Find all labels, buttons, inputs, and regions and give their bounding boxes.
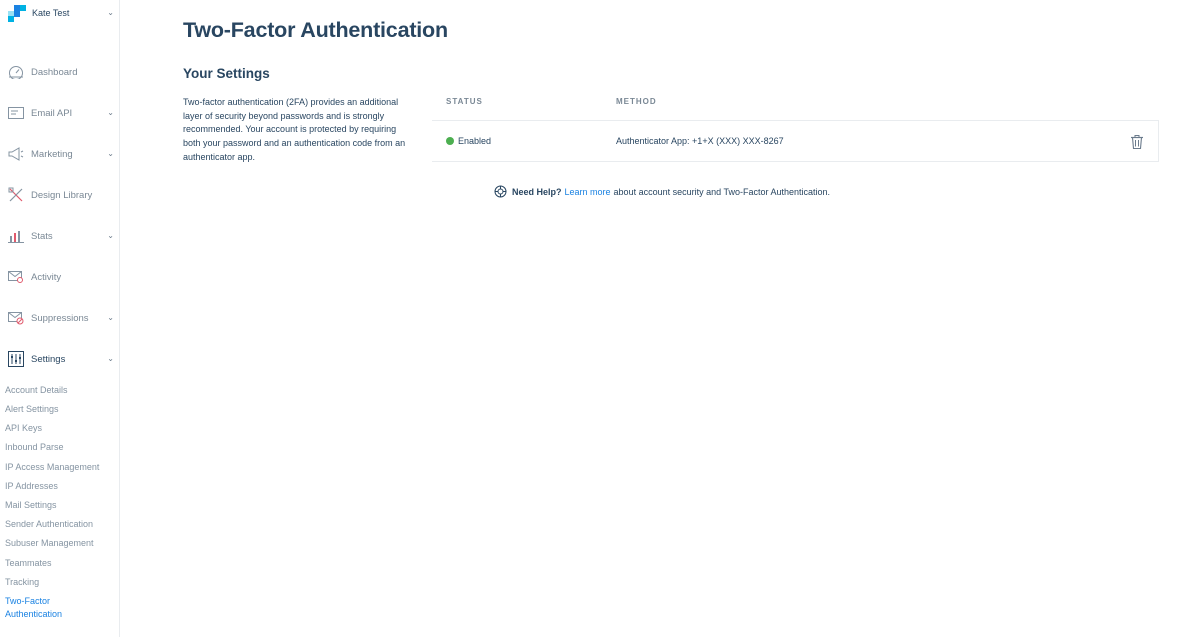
- settings-item-teammates[interactable]: Teammates: [5, 557, 115, 570]
- status-badge: Enabled: [446, 136, 491, 146]
- chevron-up-icon: ⌄: [107, 354, 114, 363]
- dashboard-icon: [8, 64, 24, 80]
- settings-item-ip-addresses[interactable]: IP Addresses: [5, 480, 115, 493]
- nav-label: Suppressions: [31, 312, 89, 324]
- column-header-method: METHOD: [616, 97, 657, 106]
- sidebar: Kate Test ⌄ Dashboard Email API ⌄ Market…: [0, 0, 120, 637]
- sliders-icon: [8, 351, 24, 367]
- column-header-status: STATUS: [446, 97, 483, 106]
- megaphone-icon: [8, 146, 24, 162]
- email-api-icon: [8, 105, 24, 121]
- nav-item-design-library[interactable]: Design Library: [0, 181, 120, 209]
- chevron-down-icon: ⌄: [107, 313, 114, 322]
- settings-item-sender-authentication[interactable]: Sender Authentication: [5, 518, 115, 531]
- trash-icon[interactable]: [1130, 134, 1144, 150]
- settings-item-alert-settings[interactable]: Alert Settings: [5, 403, 115, 416]
- mail-search-icon: [8, 269, 24, 285]
- chevron-down-icon: ⌄: [107, 8, 114, 17]
- section-title: Your Settings: [183, 66, 270, 81]
- account-switcher[interactable]: Kate Test ⌄: [8, 4, 114, 22]
- settings-item-two-factor-authentication[interactable]: Two-Factor Authentication: [5, 595, 85, 620]
- nav-item-email-api[interactable]: Email API ⌄: [0, 99, 120, 127]
- page-title: Two-Factor Authentication: [183, 18, 448, 42]
- sendgrid-logo-icon: [8, 4, 26, 22]
- settings-item-account-details[interactable]: Account Details: [5, 384, 115, 397]
- mail-block-icon: [8, 310, 24, 326]
- account-name: Kate Test: [32, 8, 70, 18]
- status-dot-icon: [446, 137, 454, 145]
- twofa-description: Two-factor authentication (2FA) provides…: [183, 97, 406, 162]
- settings-item-mail-settings[interactable]: Mail Settings: [5, 499, 115, 512]
- nav-label: Marketing: [31, 148, 73, 160]
- nav-label: Design Library: [31, 189, 93, 201]
- chevron-down-icon: ⌄: [107, 231, 114, 240]
- nav-item-suppressions[interactable]: Suppressions ⌄: [0, 304, 120, 332]
- chevron-down-icon: ⌄: [107, 149, 114, 158]
- table-row: Enabled Authenticator App: +1+X (XXX) XX…: [432, 120, 1159, 162]
- nav-label: Email API: [31, 107, 73, 119]
- settings-item-tracking[interactable]: Tracking: [5, 576, 115, 589]
- learn-more-link[interactable]: Learn more: [565, 187, 611, 197]
- help-note: Need Help? Learn more about account secu…: [494, 185, 830, 198]
- nav-label: Dashboard: [31, 66, 78, 78]
- settings-item-api-keys[interactable]: API Keys: [5, 422, 115, 435]
- nav-item-stats[interactable]: Stats ⌄: [0, 222, 120, 250]
- lifebuoy-icon: [494, 185, 507, 198]
- chevron-down-icon: ⌄: [107, 108, 114, 117]
- nav-item-activity[interactable]: Activity: [0, 263, 120, 291]
- nav-label: Settings: [31, 353, 66, 365]
- help-heading: Need Help?: [512, 186, 562, 197]
- method-text: Authenticator App: +1+X (XXX) XXX-8267: [616, 136, 784, 146]
- help-text: about account security and Two-Factor Au…: [613, 186, 831, 197]
- settings-item-inbound-parse[interactable]: Inbound Parse: [5, 441, 115, 454]
- nav-item-settings[interactable]: Settings ⌄: [0, 345, 120, 373]
- design-tools-icon: [8, 187, 24, 203]
- settings-item-ip-access-management[interactable]: IP Access Management: [5, 461, 115, 474]
- nav-label: Activity: [31, 271, 62, 283]
- nav-item-dashboard[interactable]: Dashboard: [0, 58, 120, 86]
- bar-chart-icon: [8, 228, 24, 244]
- status-text: Enabled: [458, 136, 492, 146]
- nav-item-marketing[interactable]: Marketing ⌄: [0, 140, 120, 168]
- settings-item-subuser-management[interactable]: Subuser Management: [5, 537, 115, 550]
- nav-label: Stats: [31, 230, 53, 242]
